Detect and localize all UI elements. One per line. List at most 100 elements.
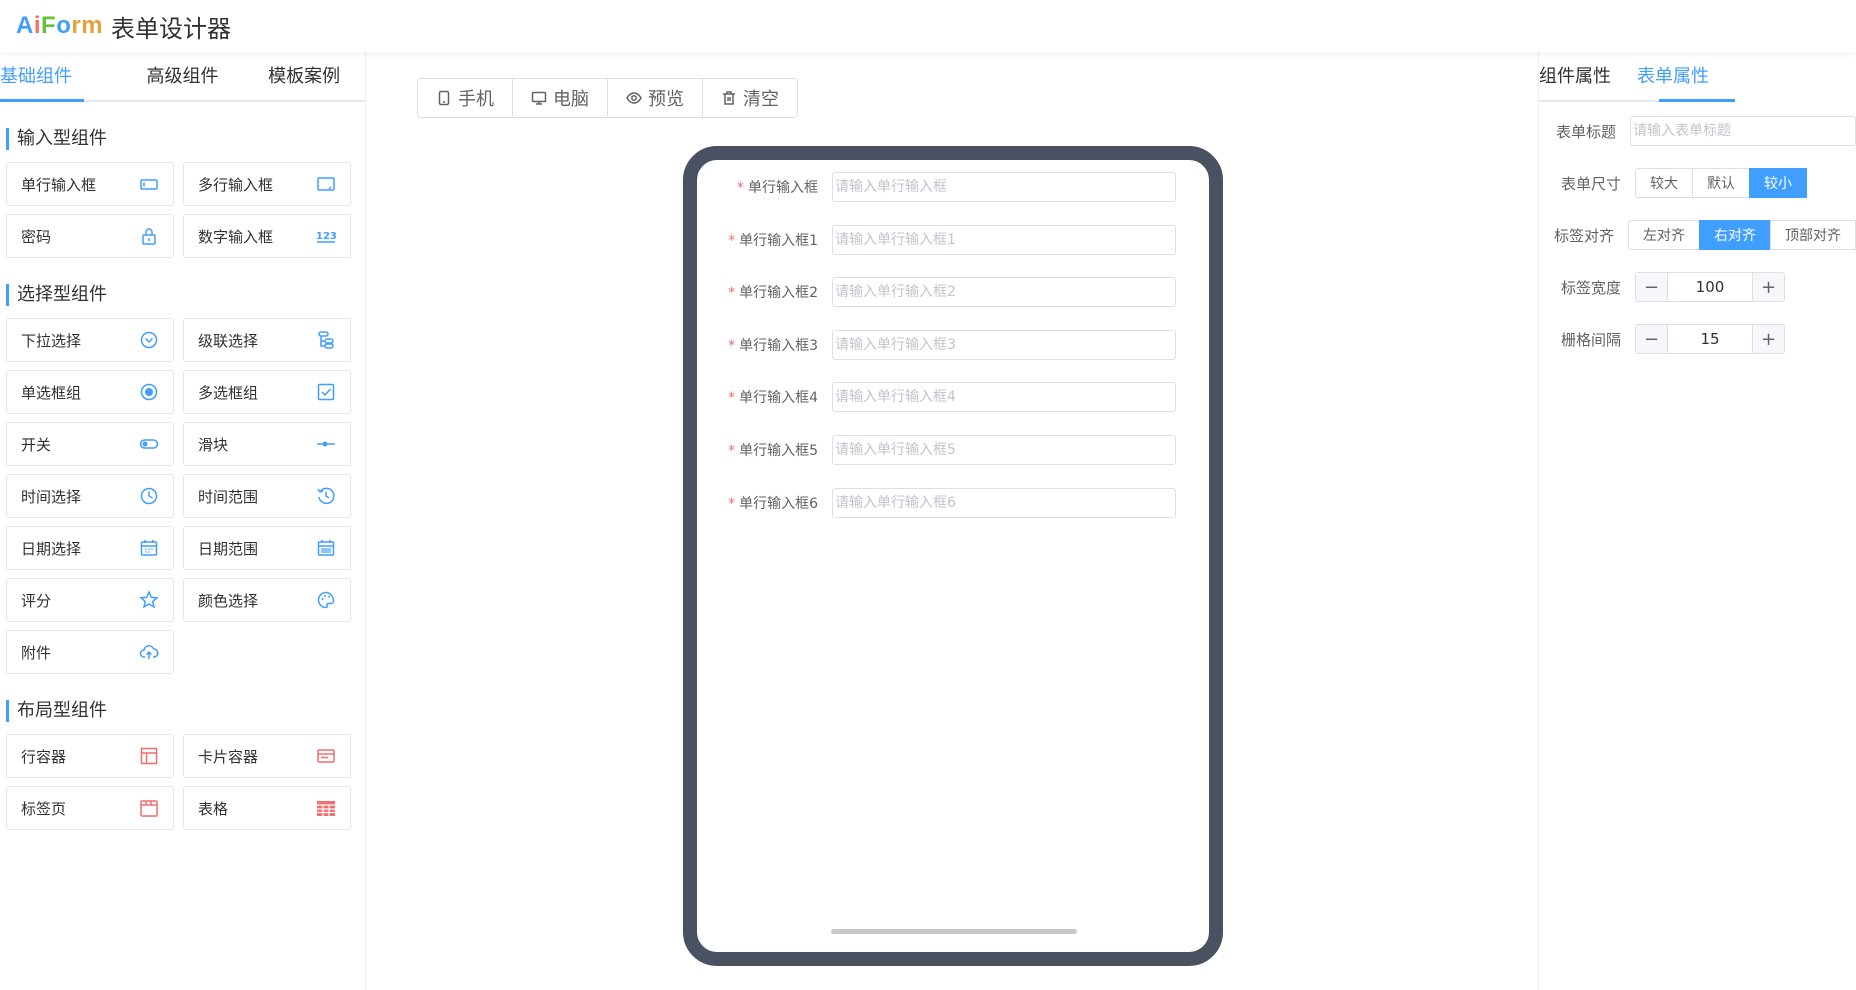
logo-letter: F — [41, 12, 57, 39]
single-line-input[interactable] — [832, 329, 1176, 360]
home-indicator — [831, 929, 1077, 934]
component-tabs[interactable]: 标签页 — [6, 786, 174, 830]
component-date-picker[interactable]: 日期选择 — [6, 526, 174, 570]
form-item-label-text: 单行输入框2 — [739, 285, 818, 302]
size-option-default[interactable]: 默认 — [1692, 168, 1750, 198]
component-label: 密码 — [21, 227, 52, 246]
component-label: 卡片容器 — [198, 747, 259, 766]
component-table[interactable]: 表格 — [183, 786, 351, 830]
form-size-radio-group: 较大 默认 较小 — [1635, 168, 1807, 198]
component-label: 开关 — [21, 435, 52, 454]
tab-component-properties[interactable]: 组件属性 — [1539, 52, 1637, 100]
align-option-left[interactable]: 左对齐 — [1628, 220, 1700, 250]
component-time-picker[interactable]: 时间选择 — [6, 474, 174, 518]
component-tabs: 基础组件 高级组件 模板案例 — [0, 52, 365, 102]
component-label: 日期范围 — [198, 539, 259, 558]
cascader-icon — [318, 331, 334, 349]
tab-template-cases[interactable]: 模板案例 — [243, 52, 365, 100]
decrement-button[interactable]: − — [1636, 325, 1668, 353]
required-mark: * — [728, 495, 736, 512]
form-item[interactable]: * 单行输入框6 — [697, 487, 1209, 518]
increment-button[interactable]: + — [1752, 273, 1784, 301]
form-item-label: * 单行输入框6 — [697, 493, 832, 513]
component-color-picker[interactable]: 颜色选择 — [183, 578, 351, 622]
logo-letter: rm — [71, 12, 104, 39]
component-checkbox-group[interactable]: 多选框组 — [183, 370, 351, 414]
mobile-device-frame: *单行输入框 *单行输入框1 *单行输入框2 *单行输入框3 *单行输入框4 *… — [683, 146, 1223, 966]
tab-advanced-components[interactable]: 高级组件 — [122, 52, 244, 100]
component-card-container[interactable]: 卡片容器 — [183, 734, 351, 778]
form-item[interactable]: * 单行输入框1 — [697, 224, 1209, 255]
component-label: 单选框组 — [21, 383, 82, 402]
tab-basic-components[interactable]: 基础组件 — [0, 52, 122, 100]
date-range-icon — [317, 540, 335, 556]
phone-view-button[interactable]: 手机 — [418, 79, 513, 117]
label-width-value[interactable]: 100 — [1668, 273, 1752, 301]
component-label: 日期选择 — [21, 539, 82, 558]
pc-view-label: 电脑 — [553, 89, 589, 110]
single-line-input[interactable] — [832, 224, 1176, 255]
component-time-range[interactable]: 时间范围 — [183, 474, 351, 518]
slider-icon — [317, 441, 335, 447]
size-option-large[interactable]: 较大 — [1635, 168, 1693, 198]
monitor-icon — [531, 91, 547, 105]
align-option-top[interactable]: 顶部对齐 — [1770, 220, 1856, 250]
decrement-button[interactable]: − — [1636, 273, 1668, 301]
form-item[interactable]: * 单行输入框5 — [697, 434, 1209, 465]
form-item-label: * 单行输入框 — [697, 177, 832, 197]
form-item-label-text: 单行输入框3 — [739, 337, 818, 354]
component-cascader[interactable]: 级联选择 — [183, 318, 351, 362]
table-grid-icon — [317, 801, 335, 816]
clear-label: 清空 — [743, 89, 779, 110]
component-label: 多行输入框 — [198, 175, 274, 194]
form-title-input[interactable] — [1630, 116, 1856, 146]
single-line-input[interactable] — [832, 434, 1176, 465]
component-panel: 基础组件 高级组件 模板案例 输入型组件 单行输入框 多行输入框 密码 数字输入… — [0, 52, 366, 990]
form-item[interactable]: * 单行输入框3 — [697, 329, 1209, 360]
textarea-icon — [317, 177, 335, 191]
component-label: 时间范围 — [198, 487, 259, 506]
component-label: 多选框组 — [198, 383, 259, 402]
single-line-input[interactable] — [832, 172, 1176, 202]
single-line-input[interactable] — [832, 277, 1176, 308]
design-canvas: 手机 电脑 预览 清空 *单行输入框 *单行输入框1 *单行输入框2 — [367, 52, 1537, 990]
component-slider[interactable]: 滑块 — [183, 422, 351, 466]
align-option-right[interactable]: 右对齐 — [1699, 220, 1771, 250]
component-radio-group[interactable]: 单选框组 — [6, 370, 174, 414]
logo-letter: i — [33, 12, 42, 39]
required-mark: * — [728, 442, 736, 459]
row-layout-icon — [140, 747, 158, 765]
form-item-label-text: 单行输入框6 — [739, 495, 818, 512]
increment-button[interactable]: + — [1752, 325, 1784, 353]
component-label: 滑块 — [198, 435, 229, 454]
tab-form-properties[interactable]: 表单属性 — [1637, 52, 1735, 100]
component-rate[interactable]: 评分 — [6, 578, 174, 622]
form-item[interactable]: * 单行输入框4 — [697, 382, 1209, 413]
component-multi-line-input[interactable]: 多行输入框 — [183, 162, 351, 206]
form-item[interactable]: * 单行输入框2 — [697, 277, 1209, 308]
component-single-line-input[interactable]: 单行输入框 — [6, 162, 174, 206]
preview-button[interactable]: 预览 — [608, 79, 703, 117]
component-label: 颜色选择 — [198, 591, 259, 610]
component-date-range[interactable]: 日期范围 — [183, 526, 351, 570]
component-switch[interactable]: 开关 — [6, 422, 174, 466]
component-select[interactable]: 下拉选择 — [6, 318, 174, 362]
logo-letter: o — [56, 12, 72, 39]
component-upload[interactable]: 附件 — [6, 630, 174, 674]
grid-gutter-stepper: − 15 + — [1635, 324, 1785, 354]
single-line-input[interactable] — [832, 487, 1176, 518]
properties-tabs: 组件属性 表单属性 — [1539, 52, 1735, 102]
label-width-row: 标签宽度 − 100 + — [1539, 272, 1856, 302]
component-number-input[interactable]: 数字输入框 123 — [183, 214, 351, 258]
component-password[interactable]: 密码 — [6, 214, 174, 258]
size-option-small[interactable]: 较小 — [1749, 168, 1807, 198]
single-line-input[interactable] — [832, 382, 1176, 413]
label-align-row: 标签对齐 左对齐 右对齐 顶部对齐 — [1539, 220, 1856, 250]
form-item-label-text: 单行输入框5 — [739, 442, 818, 459]
form-item[interactable]: * 单行输入框 — [697, 172, 1209, 202]
pc-view-button[interactable]: 电脑 — [513, 79, 608, 117]
clear-button[interactable]: 清空 — [703, 79, 797, 117]
component-label: 级联选择 — [198, 331, 259, 350]
grid-gutter-value[interactable]: 15 — [1668, 325, 1752, 353]
component-row-container[interactable]: 行容器 — [6, 734, 174, 778]
